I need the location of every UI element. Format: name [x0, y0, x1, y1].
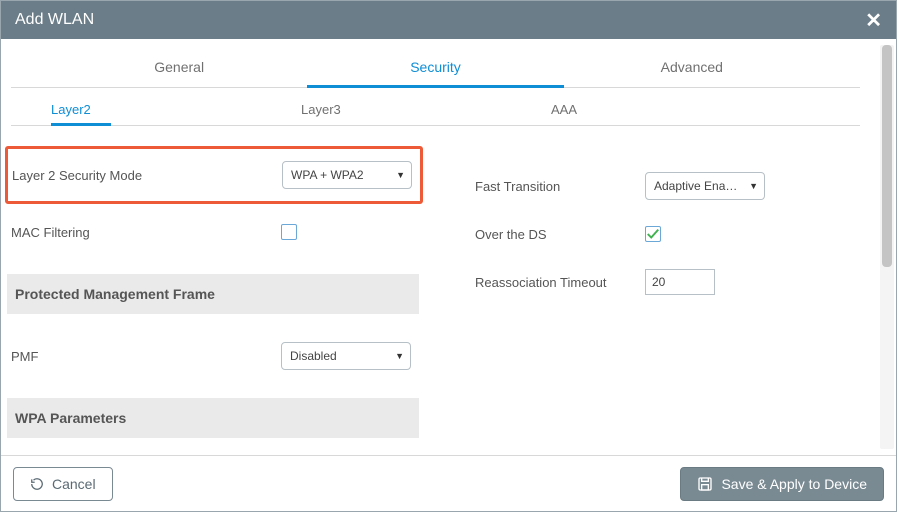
chevron-down-icon: ▼: [395, 351, 404, 361]
layer2-security-mode-row: Layer 2 Security Mode WPA + WPA2 ▼: [5, 146, 423, 204]
cancel-button[interactable]: Cancel: [13, 467, 113, 501]
fast-transition-row: Fast Transition Adaptive Enab… ▼: [475, 166, 860, 206]
chevron-down-icon: ▼: [396, 170, 405, 180]
save-apply-button[interactable]: Save & Apply to Device: [680, 467, 884, 501]
save-icon: [697, 476, 713, 492]
over-the-ds-label: Over the DS: [475, 227, 645, 242]
scroll-thumb[interactable]: [882, 45, 892, 267]
over-the-ds-row: Over the DS: [475, 214, 860, 254]
tab-layer2[interactable]: Layer2: [51, 94, 301, 125]
wpa-params-header: WPA Parameters: [7, 398, 419, 438]
tab-layer3[interactable]: Layer3: [301, 94, 551, 125]
save-label: Save & Apply to Device: [721, 476, 867, 492]
pmf-row: PMF Disabled ▼: [11, 336, 415, 376]
fast-transition-label: Fast Transition: [475, 179, 645, 194]
security-subtabs: Layer2 Layer3 AAA: [11, 94, 860, 126]
undo-icon: [30, 477, 44, 491]
footer: Cancel Save & Apply to Device: [1, 455, 896, 511]
fast-transition-value: Adaptive Enab…: [654, 179, 742, 193]
pmf-select[interactable]: Disabled ▼: [281, 342, 411, 370]
chevron-down-icon: ▼: [749, 181, 758, 191]
reassociation-timeout-input[interactable]: [645, 269, 715, 295]
right-column: Fast Transition Adaptive Enab… ▼ Over th…: [475, 146, 860, 500]
tab-general[interactable]: General: [51, 49, 307, 87]
scrollbar[interactable]: [880, 45, 894, 449]
mac-filtering-label: MAC Filtering: [11, 225, 281, 240]
main-tabs: General Security Advanced: [11, 49, 860, 88]
mac-filtering-row: MAC Filtering: [11, 212, 415, 252]
over-the-ds-checkbox[interactable]: [645, 226, 661, 242]
modal-body: General Security Advanced Layer2 Layer3 …: [1, 39, 896, 455]
pmf-section-header: Protected Management Frame: [7, 274, 419, 314]
close-icon[interactable]: ✕: [865, 8, 882, 33]
tab-aaa[interactable]: AAA: [551, 94, 801, 125]
add-wlan-modal: Add WLAN ✕ General Security Advanced Lay…: [0, 0, 897, 512]
cancel-label: Cancel: [52, 476, 96, 492]
pmf-label: PMF: [11, 349, 281, 364]
left-column: Layer 2 Security Mode WPA + WPA2 ▼ MAC F…: [11, 146, 415, 500]
fast-transition-select[interactable]: Adaptive Enab… ▼: [645, 172, 765, 200]
tab-advanced[interactable]: Advanced: [564, 49, 820, 87]
mac-filtering-checkbox[interactable]: [281, 224, 297, 240]
reassociation-timeout-row: Reassociation Timeout: [475, 262, 860, 302]
content: General Security Advanced Layer2 Layer3 …: [1, 39, 890, 500]
modal-title: Add WLAN: [15, 11, 94, 29]
layer2-security-mode-select[interactable]: WPA + WPA2 ▼: [282, 161, 412, 189]
layer2-security-mode-value: WPA + WPA2: [291, 168, 364, 182]
pmf-value: Disabled: [290, 349, 337, 363]
layer2-security-mode-label: Layer 2 Security Mode: [12, 168, 282, 183]
titlebar: Add WLAN ✕: [1, 1, 896, 39]
reassociation-timeout-label: Reassociation Timeout: [475, 275, 645, 290]
tab-security[interactable]: Security: [307, 49, 563, 88]
form-area: Layer 2 Security Mode WPA + WPA2 ▼ MAC F…: [11, 146, 860, 500]
